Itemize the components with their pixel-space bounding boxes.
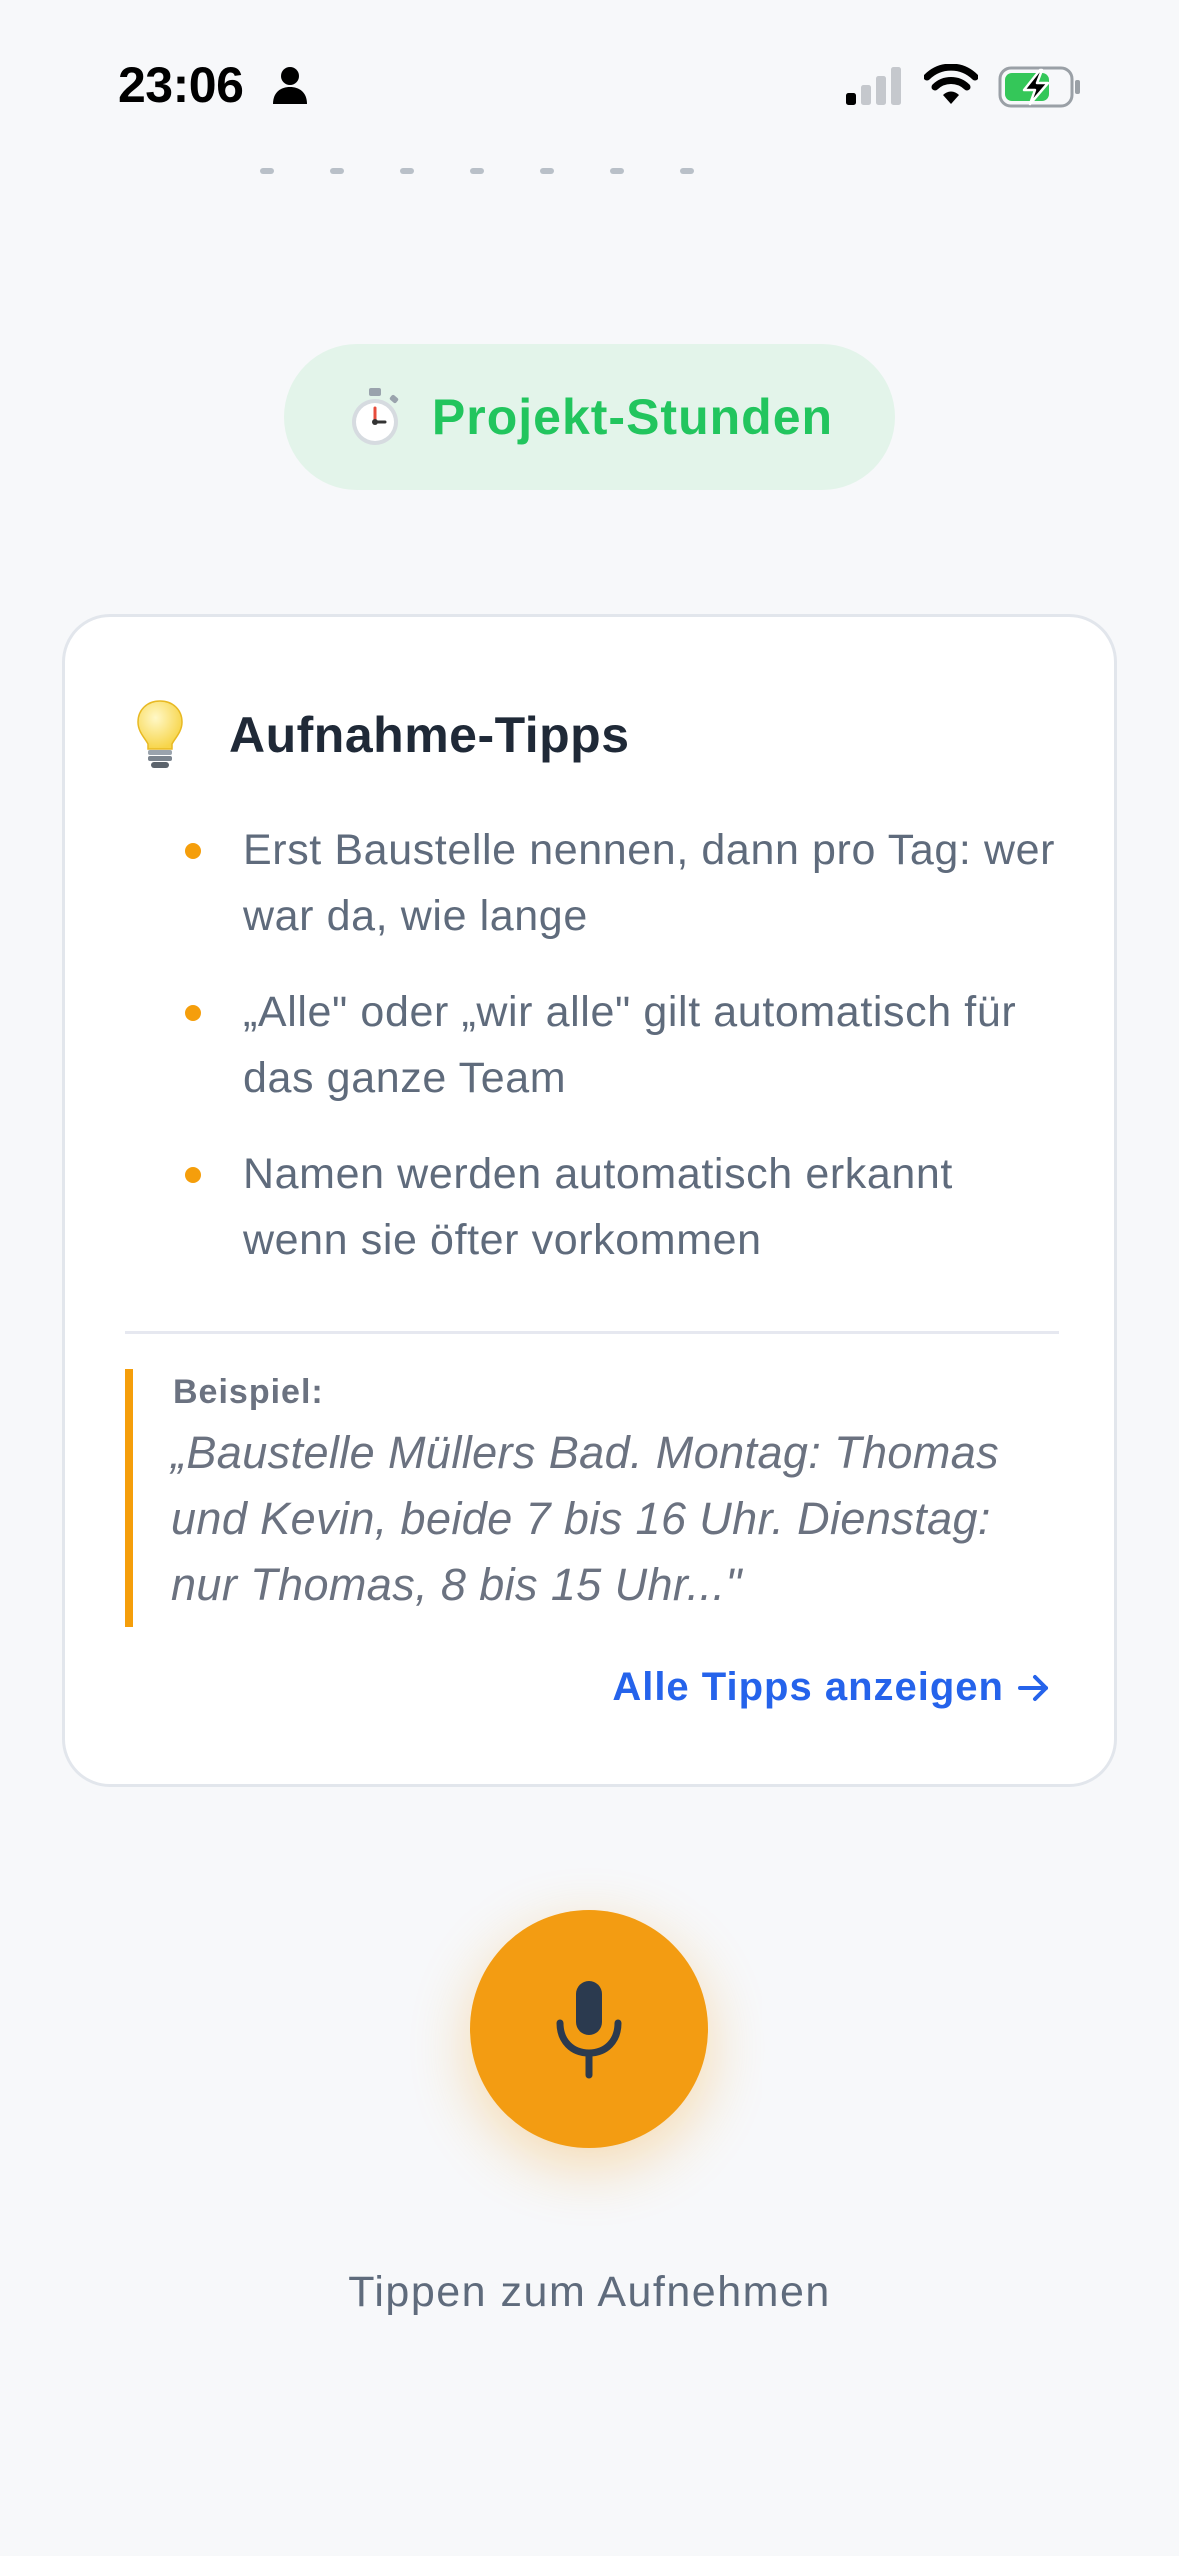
person-icon [273, 67, 307, 104]
divider [125, 1331, 1059, 1334]
tip-text: „Alle" oder „wir alle" gilt automatisch … [243, 988, 1017, 1102]
example-quote: „Baustelle Müllers Bad. Montag: Thomas u… [171, 1427, 1000, 1610]
show-all-tips-link[interactable]: Alle Tipps anzeigen [612, 1665, 1050, 1710]
arrow-right-icon [1018, 1674, 1048, 1701]
tips-title: Aufnahme-Tipps [229, 707, 630, 763]
status-bar: 23:06 [0, 0, 1179, 150]
screen: 23:06 Projekt-Stunden Aufnahme-Tipps Ers… [0, 0, 1179, 2556]
stopwatch-icon [351, 388, 399, 445]
show-all-tips-label: Alle Tipps anzeigen [612, 1665, 1004, 1709]
scrolled-content-fragment [260, 160, 780, 180]
wifi-icon [924, 64, 978, 104]
mode-chip-project-hours[interactable]: Projekt-Stunden [284, 344, 895, 490]
tip-text: Namen werden automatisch erkannt wenn si… [243, 1150, 953, 1264]
tips-header: Aufnahme-Tipps [135, 695, 630, 775]
tip-item: Erst Baustelle nennen, dann pro Tag: wer… [125, 817, 1065, 949]
example-label: Beispiel: [173, 1373, 324, 1411]
bullet-dot [185, 1167, 201, 1183]
mode-chip-label: Projekt-Stunden [431, 389, 834, 445]
example-quote-block: Beispiel: „Baustelle Müllers Bad. Montag… [125, 1369, 1059, 1627]
record-button[interactable] [470, 1910, 708, 2148]
tip-item: „Alle" oder „wir alle" gilt automatisch … [125, 979, 1065, 1111]
tips-list: Erst Baustelle nennen, dann pro Tag: wer… [125, 817, 1065, 1303]
tip-item: Namen werden automatisch erkannt wenn si… [125, 1141, 1065, 1273]
cellular-signal-icon [846, 67, 901, 105]
battery-charging-icon [998, 66, 1080, 108]
status-time: 23:06 [118, 57, 244, 113]
bullet-dot [185, 1005, 201, 1021]
record-hint: Tippen zum Aufnehmen [348, 2268, 831, 2316]
tip-text: Erst Baustelle nennen, dann pro Tag: wer… [243, 826, 1056, 940]
recording-tips-card: Aufnahme-Tipps Erst Baustelle nennen, da… [62, 614, 1117, 1787]
microphone-icon [556, 1981, 622, 2079]
lightbulb-icon [137, 700, 183, 768]
bullet-dot [185, 843, 201, 859]
